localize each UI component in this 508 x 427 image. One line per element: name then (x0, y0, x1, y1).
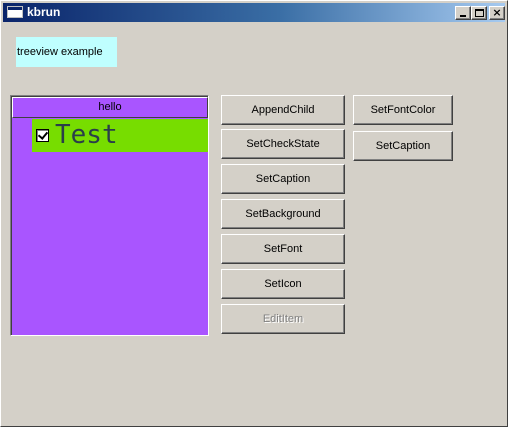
edit-item-button: EditItem (221, 304, 345, 334)
app-window: kbrun × treeview example hello Test Appe… (0, 0, 508, 427)
close-icon: × (492, 6, 502, 19)
title-bar[interactable]: kbrun × (3, 3, 505, 22)
tree-item-checkbox[interactable] (36, 129, 49, 142)
treeview-label: treeview example (16, 37, 117, 67)
set-caption-button[interactable]: SetCaption (221, 164, 345, 194)
maximize-icon (475, 9, 484, 17)
tree-item[interactable]: Test (32, 119, 208, 152)
tree-item-label: Test (55, 120, 118, 150)
minimize-icon (460, 15, 466, 17)
append-child-button[interactable]: AppendChild (221, 95, 345, 125)
window-title: kbrun (27, 5, 61, 19)
close-button[interactable]: × (489, 6, 505, 20)
set-font-color-button[interactable]: SetFontColor (353, 95, 453, 125)
set-font-button[interactable]: SetFont (221, 234, 345, 264)
set-background-button[interactable]: SetBackground (221, 199, 345, 229)
tree-view[interactable]: hello Test (10, 95, 209, 336)
app-window-icon (7, 6, 23, 18)
set-icon-button[interactable]: SetIcon (221, 269, 345, 299)
set-check-state-button[interactable]: SetCheckState (221, 129, 345, 159)
set-caption-button-2[interactable]: SetCaption (353, 131, 453, 161)
tree-column-header[interactable]: hello (12, 97, 208, 118)
maximize-button[interactable] (471, 6, 487, 20)
minimize-button[interactable] (455, 6, 471, 20)
